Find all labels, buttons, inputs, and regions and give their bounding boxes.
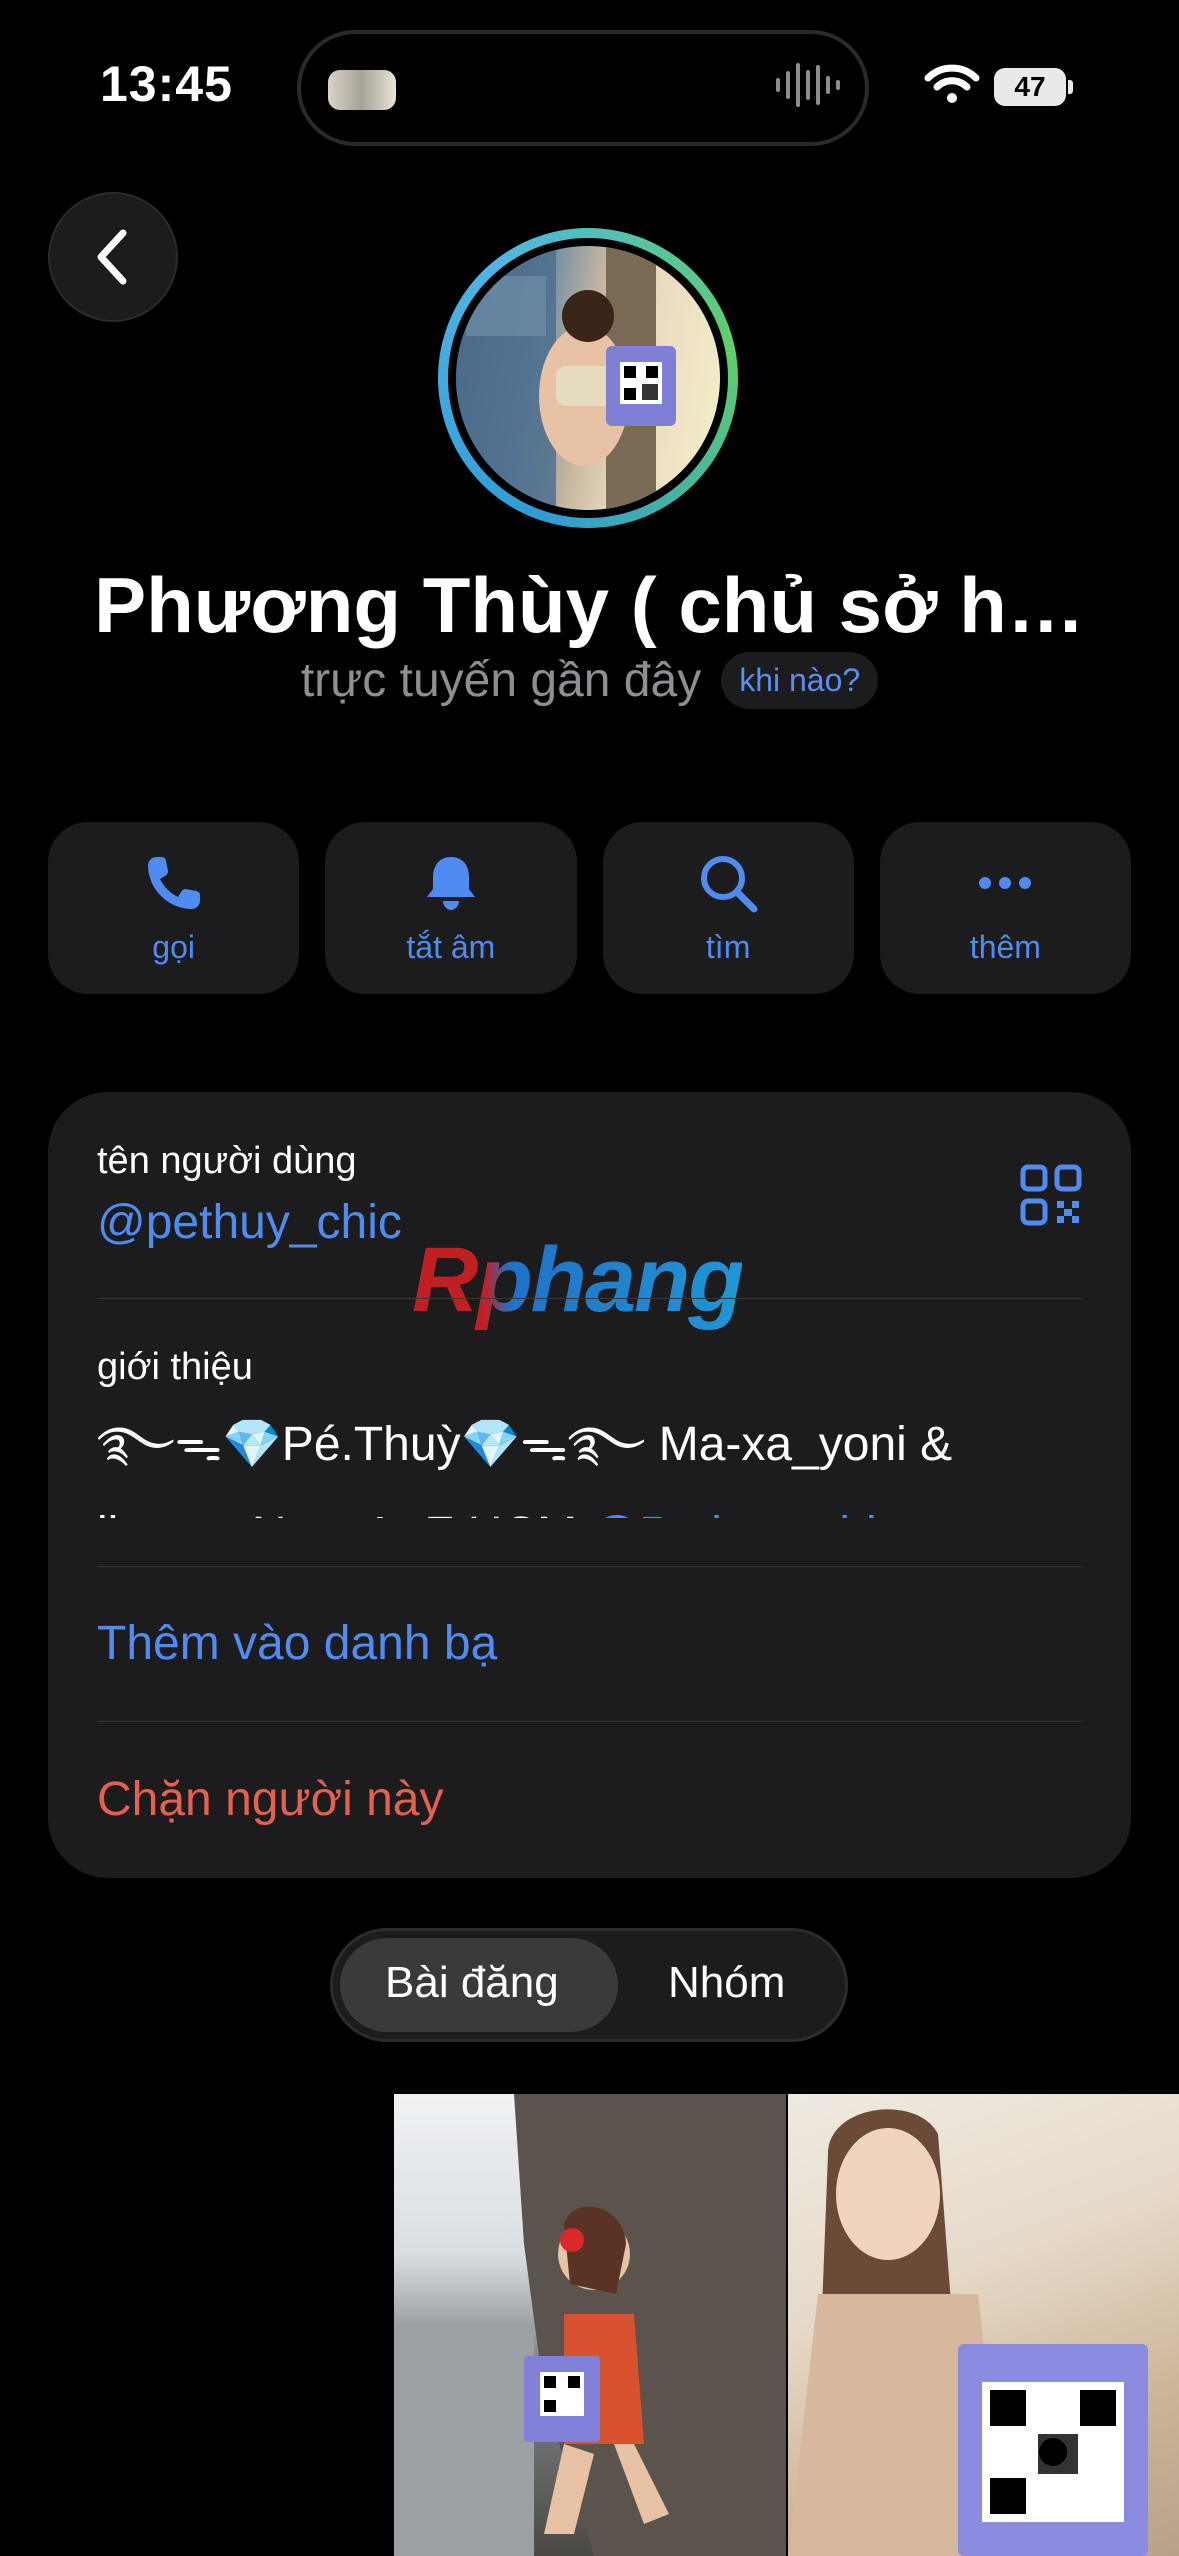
tab-posts[interactable]: Bài đăng [385, 1958, 559, 2008]
more-icon [979, 876, 1032, 889]
status-time: 13:45 [100, 56, 233, 112]
avatar-image [456, 246, 676, 510]
search-button[interactable]: tìm [602, 822, 854, 994]
post-thumbnail[interactable] [788, 2094, 1179, 2556]
bio-label: giới thiệu [97, 1346, 253, 1388]
post-thumbnail[interactable] [394, 2094, 786, 2556]
more-button[interactable]: thêm [879, 822, 1131, 994]
divider [97, 1298, 1082, 1299]
presence-status: trực tuyến gần đây [300, 654, 702, 707]
block-user-button[interactable]: Chặn người này [97, 1772, 443, 1827]
action-bar: gọi tắt âm tìm thêm [48, 822, 1131, 994]
bio-line-2: lingam Nam A- Z HCM @Pethuy_chic [97, 1490, 1082, 1518]
username-link[interactable]: @pethuy_chic [97, 1195, 402, 1250]
add-to-contacts-button[interactable]: Thêm vào danh bạ [97, 1616, 497, 1671]
qr-code-icon[interactable] [1020, 1164, 1082, 1226]
phone-icon [147, 856, 200, 909]
more-label: thêm [969, 928, 1041, 965]
call-label: gọi [152, 928, 195, 965]
battery-tip [1068, 80, 1073, 94]
post-image [394, 2094, 786, 2556]
bio-line-1: ࿐ᯓ💎Pé.Thuỳ💎ᯓ࿐ Ma-xa_yoni & [97, 1418, 953, 1471]
audio-waveform-icon [776, 60, 840, 110]
post-image [788, 2109, 1148, 2556]
profile-name: Phương Thùy ( chủ sở h… [94, 561, 1085, 649]
bio-text: ࿐ᯓ💎Pé.Thuỳ💎ᯓ࿐ Ma-xa_yoni & lingam Nam A-… [97, 1400, 1082, 1518]
mute-button[interactable]: tắt âm [325, 822, 577, 994]
call-button[interactable]: gọi [48, 822, 300, 994]
divider [97, 1721, 1082, 1722]
search-icon [701, 855, 758, 912]
bio-mention-link[interactable]: @Pethuy_chic [590, 1508, 900, 1518]
when-button[interactable]: khi nào? [721, 652, 879, 709]
bell-icon [426, 856, 475, 910]
back-button[interactable] [48, 192, 178, 322]
tab-groups[interactable]: Nhóm [668, 1958, 785, 2008]
search-label: tìm [705, 928, 751, 965]
username-label: tên người dùng [97, 1140, 357, 1182]
battery-level: 47 [994, 68, 1066, 106]
now-playing-thumbnail[interactable] [328, 70, 396, 110]
wifi-icon [924, 64, 980, 103]
avatar[interactable] [456, 246, 720, 510]
chevron-left-icon [97, 229, 127, 285]
presence-row: trực tuyến gần đây khi nào? [0, 652, 1179, 709]
mute-label: tắt âm [406, 928, 496, 965]
bio-line-2-text: lingam Nam A- Z HCM [97, 1508, 590, 1518]
watermark: Rphang [412, 1229, 744, 1331]
divider [97, 1566, 1082, 1567]
